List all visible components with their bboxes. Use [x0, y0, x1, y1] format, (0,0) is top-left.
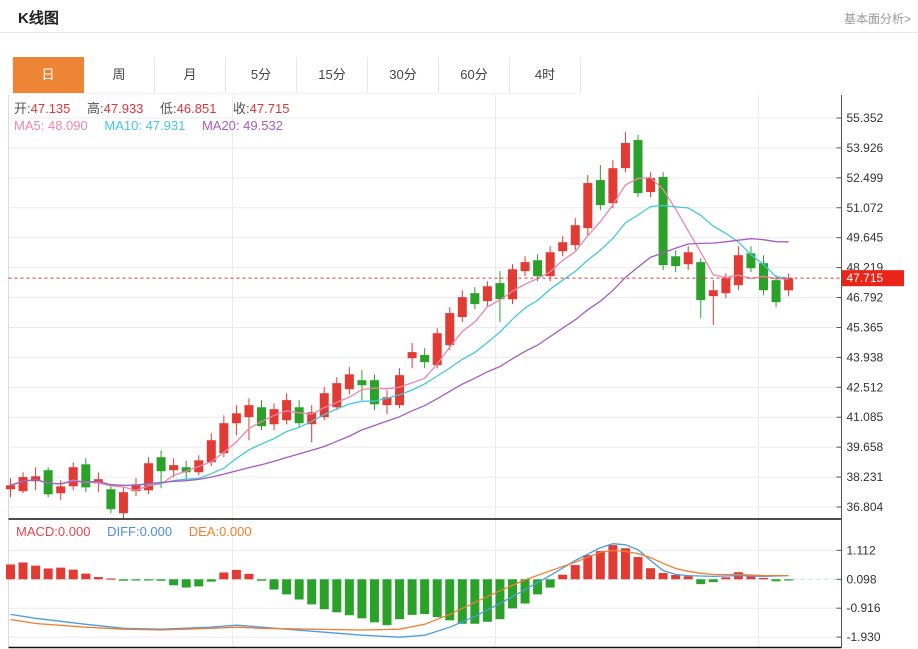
high-value: 47.933	[104, 101, 144, 116]
tab-week[interactable]: 周	[84, 57, 155, 93]
y-axis-label: 42.512	[847, 380, 884, 394]
ma20-label: MA20:	[202, 118, 240, 133]
macd-value: 0.000	[58, 524, 91, 539]
kline-app: 55.35253.92652.49951.07249.64548.21946.7…	[0, 0, 918, 649]
tab-5min[interactable]: 5分	[226, 57, 297, 93]
y-axis-label: 43.938	[847, 350, 884, 364]
open-label: 开:	[14, 101, 31, 116]
macd-axis-label: -1.930	[847, 630, 881, 644]
grid	[9, 95, 842, 648]
macd-label: MACD:	[16, 524, 58, 539]
ma10-line	[11, 206, 789, 486]
diff-value: 0.000	[140, 524, 173, 539]
high-label: 高:	[87, 101, 104, 116]
close-value: 47.715	[250, 101, 290, 116]
current-price-label: 47.715	[847, 271, 884, 285]
y-axis-label: 45.365	[847, 320, 884, 334]
page-title: K线图	[18, 7, 59, 28]
ma-info-row: MA5: 48.090 MA10: 47.931 MA20: 49.532	[14, 118, 283, 133]
tab-60min[interactable]: 60分	[439, 57, 510, 93]
ma10-value: 47.931	[146, 118, 186, 133]
y-axis-label: 39.658	[847, 440, 884, 454]
tab-day[interactable]: 日	[13, 57, 84, 93]
ma5-label: MA5:	[14, 118, 44, 133]
ma20-line	[11, 239, 789, 486]
macd-histogram	[6, 545, 793, 625]
dea-value: 0.000	[219, 524, 252, 539]
y-axis: 55.35253.92652.49951.07249.64548.21946.7…	[837, 95, 884, 648]
y-axis-label: 49.645	[847, 231, 884, 245]
tab-30min[interactable]: 30分	[368, 57, 439, 93]
y-axis-label: 52.499	[847, 171, 884, 185]
candles	[6, 132, 793, 518]
ohlc-info-row: 开:47.135 高:47.933 低:46.851 收:47.715	[14, 98, 289, 117]
current-price-tag: 47.715	[842, 270, 904, 286]
close-label: 收:	[233, 101, 250, 116]
ma10-label: MA10:	[104, 118, 142, 133]
tab-month[interactable]: 月	[155, 57, 226, 93]
y-axis-label: 51.072	[847, 201, 884, 215]
low-value: 46.851	[177, 101, 217, 116]
fundamental-analysis-link[interactable]: 基本面分析>	[844, 10, 911, 27]
open-value: 47.135	[31, 101, 71, 116]
tab-15min[interactable]: 15分	[297, 57, 368, 93]
tab-4hour[interactable]: 4时	[510, 57, 581, 93]
y-axis-label: 36.804	[847, 500, 884, 514]
dea-label: DEA:	[189, 524, 219, 539]
ma5-line	[11, 178, 789, 491]
y-axis-label: 55.352	[847, 111, 884, 125]
y-axis-label: 53.926	[847, 141, 884, 155]
low-label: 低:	[160, 101, 177, 116]
y-axis-label: 38.231	[847, 470, 884, 484]
macd-info-row: MACD:0.000 DIFF:0.000 DEA:0.000	[16, 524, 252, 539]
y-axis-label: 46.792	[847, 291, 884, 305]
macd-axis-label: -0.916	[847, 601, 881, 615]
ma20-value: 49.532	[243, 118, 283, 133]
macd-axis-label: 0.098	[847, 572, 877, 586]
macd-axis-label: 1.112	[847, 543, 876, 557]
period-tabbar: 日 周 月 5分 15分 30分 60分 4时	[12, 57, 581, 94]
header: K线图 基本面分析>	[0, 0, 918, 33]
y-axis-label: 41.085	[847, 410, 884, 424]
diff-label: DIFF:	[107, 524, 140, 539]
ma5-value: 48.090	[48, 118, 88, 133]
